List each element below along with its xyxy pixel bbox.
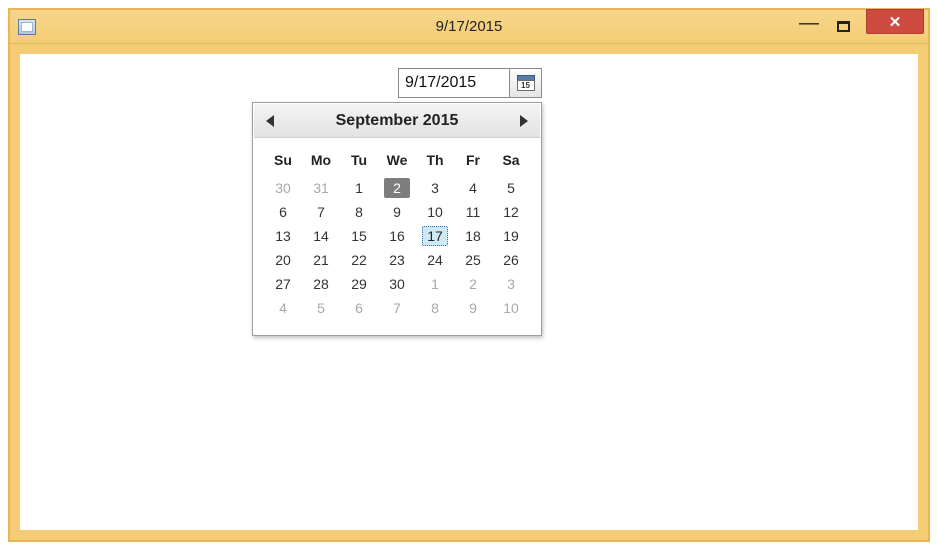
calendar-month-label[interactable]: September 2015 — [336, 112, 459, 130]
calendar-day[interactable]: 30 — [264, 176, 302, 200]
calendar-day[interactable]: 28 — [302, 272, 340, 296]
calendar-popup: September 2015 SuMoTuWeThFrSa30311234567… — [252, 102, 542, 336]
date-input[interactable] — [399, 69, 509, 97]
calendar-day[interactable]: 25 — [454, 248, 492, 272]
date-picker[interactable]: 15 — [398, 68, 542, 98]
calendar-icon: 15 — [517, 75, 535, 91]
calendar-day[interactable]: 30 — [378, 272, 416, 296]
calendar-day[interactable]: 3 — [416, 176, 454, 200]
close-button[interactable]: ✕ — [866, 9, 924, 34]
calendar-day[interactable]: 8 — [416, 296, 454, 320]
client-area: 15 September 2015 SuMoTuWeThFrSa30311234… — [10, 44, 928, 540]
calendar-day[interactable]: 9 — [454, 296, 492, 320]
day-of-week-header: We — [378, 146, 416, 176]
calendar-header: September 2015 — [254, 104, 540, 138]
calendar-day[interactable]: 13 — [264, 224, 302, 248]
day-of-week-header: Mo — [302, 146, 340, 176]
window-controls: — ✕ — [792, 10, 928, 43]
calendar-day[interactable]: 11 — [454, 200, 492, 224]
calendar-day[interactable]: 29 — [340, 272, 378, 296]
calendar-day[interactable]: 14 — [302, 224, 340, 248]
calendar-day[interactable]: 4 — [454, 176, 492, 200]
calendar-day[interactable]: 1 — [340, 176, 378, 200]
calendar-day[interactable]: 2 — [454, 272, 492, 296]
calendar-day[interactable]: 8 — [340, 200, 378, 224]
calendar-day[interactable]: 22 — [340, 248, 378, 272]
calendar-day[interactable]: 6 — [340, 296, 378, 320]
calendar-day[interactable]: 2 — [378, 176, 416, 200]
calendar-day[interactable]: 16 — [378, 224, 416, 248]
calendar-day[interactable]: 7 — [302, 200, 340, 224]
desktop-frame: 9/17/2015 — ✕ 15 Septem — [0, 0, 938, 550]
day-of-week-header: Fr — [454, 146, 492, 176]
calendar-day[interactable]: 4 — [264, 296, 302, 320]
calendar-day[interactable]: 23 — [378, 248, 416, 272]
calendar-day[interactable]: 24 — [416, 248, 454, 272]
calendar-day[interactable]: 1 — [416, 272, 454, 296]
calendar-day[interactable]: 17 — [416, 224, 454, 248]
calendar-day[interactable]: 27 — [264, 272, 302, 296]
app-icon — [18, 19, 36, 35]
day-of-week-header: Su — [264, 146, 302, 176]
calendar-day[interactable]: 6 — [264, 200, 302, 224]
calendar-day[interactable]: 21 — [302, 248, 340, 272]
titlebar[interactable]: 9/17/2015 — ✕ — [10, 10, 928, 44]
calendar-day[interactable]: 20 — [264, 248, 302, 272]
calendar-grid: SuMoTuWeThFrSa30311234567891011121314151… — [254, 138, 540, 334]
calendar-day[interactable]: 3 — [492, 272, 530, 296]
minimize-button[interactable]: — — [792, 14, 826, 39]
app-window: 9/17/2015 — ✕ 15 Septem — [8, 8, 930, 542]
calendar-day[interactable]: 9 — [378, 200, 416, 224]
calendar-day[interactable]: 12 — [492, 200, 530, 224]
calendar-day[interactable]: 5 — [492, 176, 530, 200]
calendar-day[interactable]: 18 — [454, 224, 492, 248]
maximize-button[interactable] — [826, 14, 860, 39]
calendar-day[interactable]: 15 — [340, 224, 378, 248]
calendar-day[interactable]: 5 — [302, 296, 340, 320]
window-title: 9/17/2015 — [10, 18, 928, 35]
calendar-day[interactable]: 31 — [302, 176, 340, 200]
calendar-day[interactable]: 7 — [378, 296, 416, 320]
calendar-day[interactable]: 26 — [492, 248, 530, 272]
next-month-button[interactable] — [520, 115, 528, 127]
calendar-toggle-button[interactable]: 15 — [509, 69, 541, 97]
calendar-day[interactable]: 10 — [416, 200, 454, 224]
prev-month-button[interactable] — [266, 115, 274, 127]
day-of-week-header: Th — [416, 146, 454, 176]
day-of-week-header: Tu — [340, 146, 378, 176]
day-of-week-header: Sa — [492, 146, 530, 176]
calendar-day[interactable]: 19 — [492, 224, 530, 248]
calendar-day[interactable]: 10 — [492, 296, 530, 320]
